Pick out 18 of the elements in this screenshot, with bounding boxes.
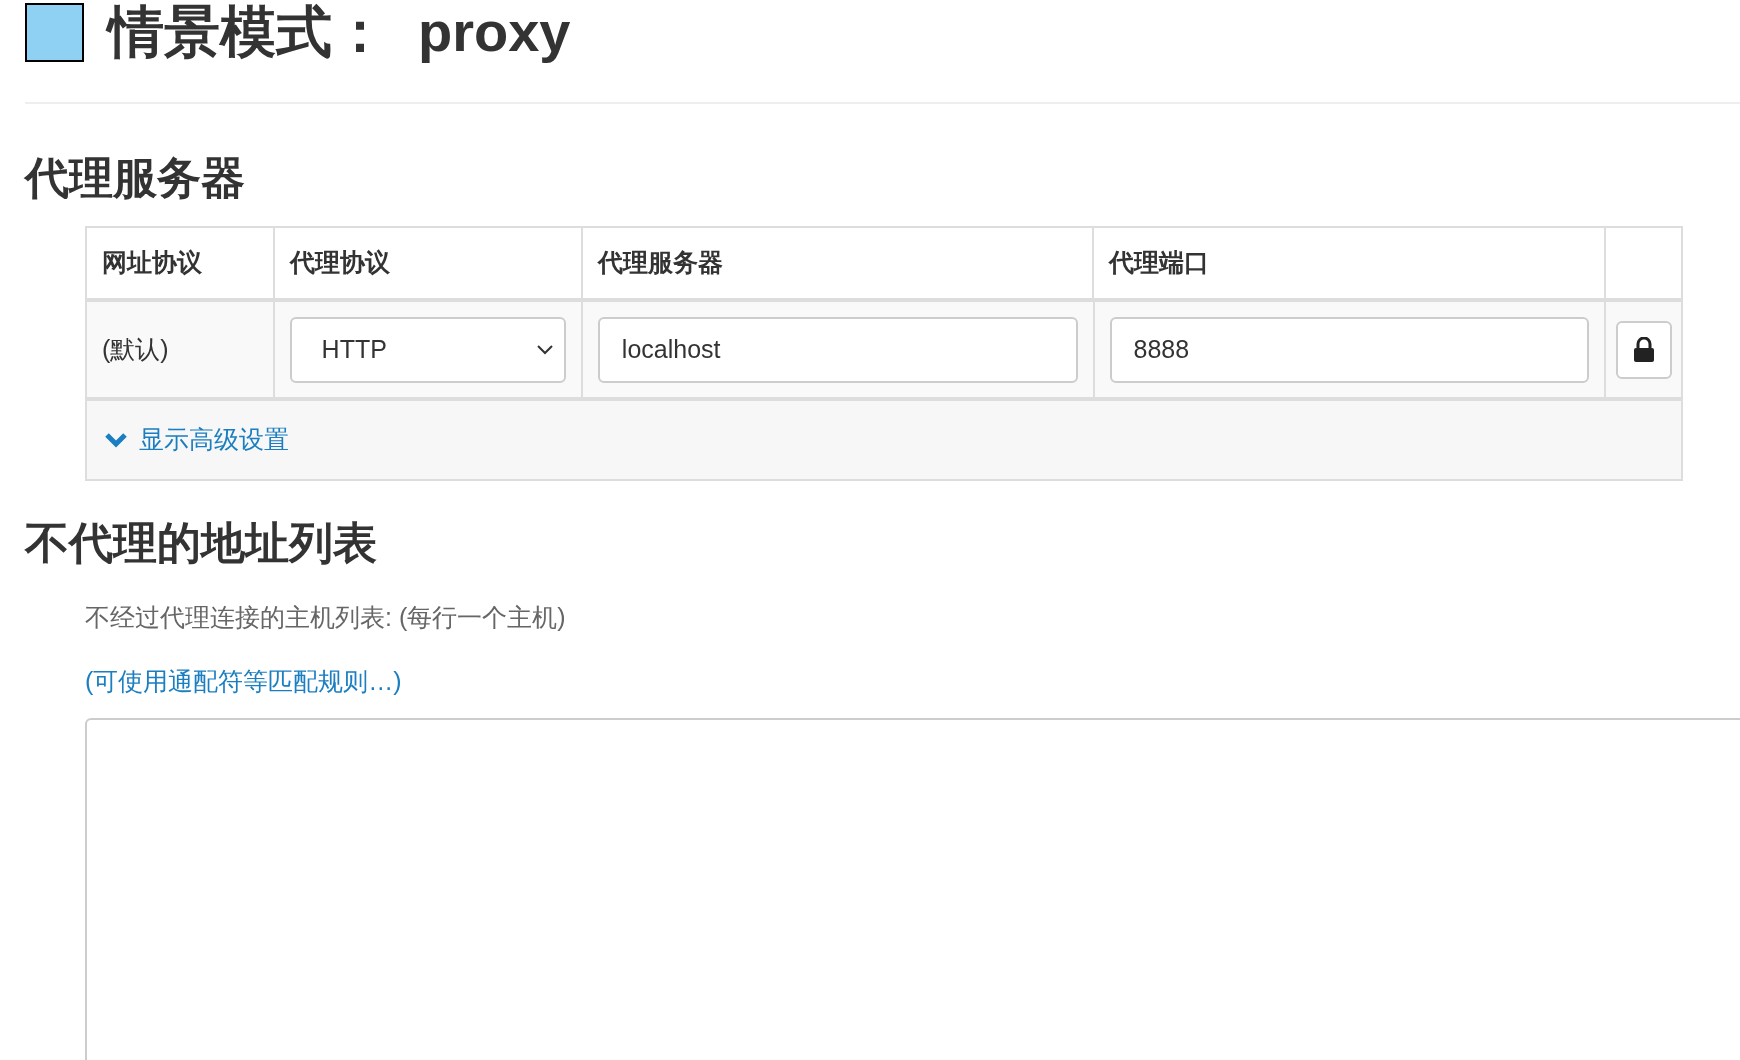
server-input[interactable]: localhost [597,316,1078,383]
description-text: 不经过代理连接的主机列表: (每行一个主机) [85,602,566,633]
lock-icon [1632,336,1655,363]
section-heading: 代理服务器 [25,156,245,200]
section-heading: 不代理的地址列表 [25,521,377,565]
bypass-list-field[interactable] [85,718,1740,1060]
column-header: 代理服务器 [597,247,723,279]
advanced-settings-link[interactable]: 显示高级设置 [105,421,289,459]
column-header: 网址协议 [102,247,202,279]
column-header: 代理端口 [1109,247,1210,279]
protocol-select[interactable]: HTTP [289,316,566,383]
table-cell-text: (默认) [102,333,169,365]
help-link[interactable]: (可使用通配符等匹配规则…) [85,662,402,700]
column-header: 代理协议 [289,247,390,279]
chevron-down-icon [535,343,554,356]
chevron-down-icon [105,432,127,448]
lock-button[interactable] [1615,320,1672,379]
port-input[interactable]: 8888 [1109,316,1590,383]
